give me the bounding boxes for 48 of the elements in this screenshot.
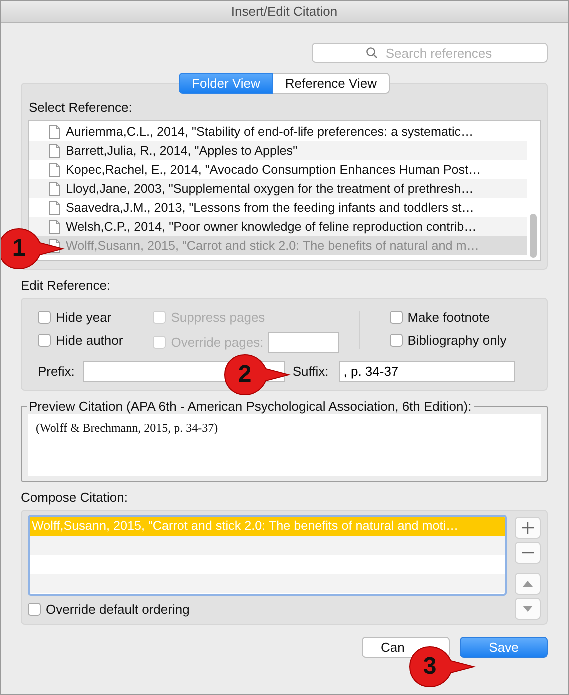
section-label: Edit Reference:	[21, 278, 112, 293]
suffix-label: Suffix:	[292, 364, 329, 379]
reference-row[interactable]: Saavedra,J.M., 2013, "Lessons from the feeding infants and toddlers st…	[29, 198, 527, 217]
reference-row[interactable]: Lloyd,Jane, 2003, "Supplemental oxygen for the treatment of prethresh…	[29, 179, 527, 198]
checkbox-option[interactable]: Override default ordering	[28, 601, 507, 618]
view-tab[interactable]: Reference View	[273, 73, 390, 94]
reference-text: Auriemma,C.L., 2014, "Stability of end-of-life preferences: a systematic…	[66, 124, 474, 138]
scroll-thumb[interactable]	[530, 214, 537, 258]
citation-preview: (Wolff & Brechmann, 2015, p. 34-37)	[36, 421, 218, 435]
section-label: Select Reference:	[29, 100, 134, 115]
document-icon	[49, 220, 60, 234]
move-up-button[interactable]	[515, 573, 541, 595]
document-icon	[49, 182, 60, 196]
remove-button[interactable]	[515, 542, 541, 564]
preview-label: Preview Citation (APA 6th - American Psychological Association, 6th Edition):	[28, 399, 473, 414]
document-icon	[49, 144, 60, 158]
callout-tooltip: 3	[408, 645, 476, 689]
move-down-button[interactable]	[515, 598, 541, 620]
callout-tooltip: 1	[1, 227, 65, 271]
reference-text: Lloyd,Jane, 2003, "Supplemental oxygen for the treatment of prethresh…	[66, 182, 474, 196]
triangle-up-icon	[523, 581, 533, 587]
document-icon	[49, 200, 60, 214]
triangle-down-icon	[523, 606, 533, 612]
search-icon	[366, 47, 378, 59]
document-icon	[49, 162, 60, 176]
plus-icon	[522, 522, 534, 534]
reference-text: Barrett,Julia, R., 2014, "Apples to Apples"	[66, 144, 298, 158]
section-label: Compose Citation:	[21, 490, 129, 505]
reference-row[interactable]: Auriemma,C.L., 2014, "Stability of end-of-life preferences: a systematic…	[29, 122, 527, 141]
reference-text: Kopec,Rachel, E., 2014, "Avocado Consumption Enhances Human Post…	[66, 162, 482, 176]
add-button[interactable]	[515, 517, 541, 539]
checkbox-option[interactable]: Hide author	[38, 332, 124, 349]
checkbox-option[interactable]: Bibliography only	[390, 332, 507, 349]
prefix-label: Prefix:	[38, 364, 75, 379]
reference-row[interactable]: Welsh,C.P., 2014, "Poor owner knowledge of feline reproduction contrib…	[29, 217, 527, 236]
reference-text: Saavedra,J.M., 2013, "Lessons from the feeding infants and toddlers st…	[66, 200, 474, 214]
checkbox-option[interactable]: Hide year	[38, 309, 124, 326]
document-icon	[49, 124, 60, 138]
reference-row[interactable]: Barrett,Julia, R., 2014, "Apples to Apples"	[29, 141, 527, 160]
window-title: Insert/Edit Citation	[231, 4, 338, 19]
checkbox-option[interactable]: Make footnote	[390, 309, 507, 326]
search-field[interactable]: Search references	[312, 43, 548, 63]
reference-text: Wolff,Susann, 2015, "Carrot and stick 2.0: The benefits of natural and m…	[66, 238, 480, 252]
reference-row[interactable]: Kopec,Rachel, E., 2014, "Avocado Consumption Enhances Human Post…	[29, 160, 527, 179]
suffix-field[interactable]: , p. 34-37	[338, 361, 515, 382]
minus-icon	[522, 552, 534, 554]
reference-text: Welsh,C.P., 2014, "Poor owner knowledge of feline reproduction contrib…	[66, 220, 477, 234]
callout-tooltip: 2	[223, 353, 291, 397]
